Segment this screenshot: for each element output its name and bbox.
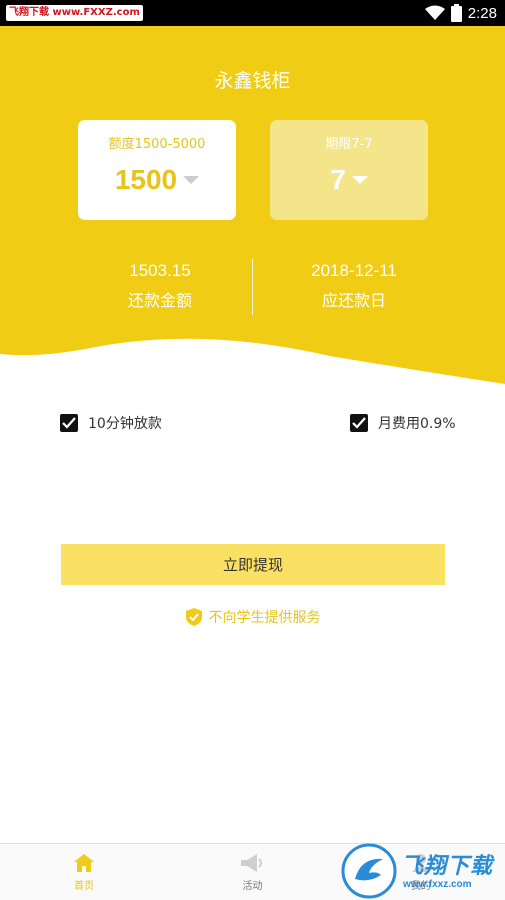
repayment-amount: 1503.15	[129, 261, 191, 280]
watermark-label: 飞翔下载 www.FXXZ.com	[6, 5, 143, 21]
watermark-url: www.fxxz.com	[403, 879, 472, 890]
term-range-label: 期限7-7	[325, 137, 373, 152]
home-icon	[74, 853, 95, 872]
battery-icon	[450, 4, 462, 22]
amount-range-label: 额度1500-5000	[108, 137, 206, 152]
watermark-logo-icon	[341, 843, 397, 899]
amount-selector[interactable]: 额度1500-5000 1500	[78, 120, 236, 220]
repayment-date-label: 应还款日	[321, 291, 386, 310]
tab-home[interactable]: 首页	[0, 844, 168, 900]
option-fast-loan-checkbox[interactable]: 10分钟放款	[60, 413, 162, 433]
checkbox-checked-icon	[60, 414, 78, 432]
shield-check-icon	[185, 608, 202, 626]
notice-text: 不向学生提供服务	[208, 610, 321, 626]
wifi-icon	[424, 5, 445, 20]
option-label: 10分钟放款	[88, 416, 162, 432]
term-selector[interactable]: 期限7-7 7	[270, 120, 428, 220]
watermark-overlay: 飞翔下载 www.fxxz.com	[339, 843, 505, 900]
repayment-amount-label: 还款金额	[127, 291, 192, 310]
watermark-brand: 飞翔下载	[401, 854, 494, 879]
term-value: 7	[330, 164, 346, 195]
repayment-amount-block: 1503.15 还款金额	[60, 261, 260, 311]
checkbox-checked-icon	[350, 414, 368, 432]
tab-label: 首页	[74, 880, 95, 892]
megaphone-icon	[241, 853, 263, 872]
tab-activity[interactable]: 活动	[168, 844, 336, 900]
withdraw-button[interactable]: 立即提现	[61, 544, 445, 585]
hero-panel: 永鑫钱柜 额度1500-5000 1500 期限7-7 7 1503.15 还款…	[0, 26, 505, 396]
chevron-down-icon	[351, 176, 368, 184]
tab-label: 活动	[242, 880, 263, 892]
divider	[252, 259, 253, 315]
status-icons: 2:28	[424, 0, 497, 26]
option-label: 月费用0.9%	[378, 416, 456, 432]
amount-value: 1500	[114, 164, 178, 195]
chevron-down-icon	[183, 176, 200, 184]
repayment-date-block: 2018-12-11 应还款日	[254, 261, 454, 311]
app-title: 永鑫钱柜	[214, 70, 291, 92]
status-bar: 飞翔下载 www.FXXZ.com 2:28	[0, 0, 505, 26]
option-monthly-fee-checkbox[interactable]: 月费用0.9%	[350, 413, 456, 433]
status-time: 2:28	[467, 4, 497, 22]
repayment-date: 2018-12-11	[311, 261, 397, 280]
student-notice: 不向学生提供服务	[0, 607, 505, 627]
